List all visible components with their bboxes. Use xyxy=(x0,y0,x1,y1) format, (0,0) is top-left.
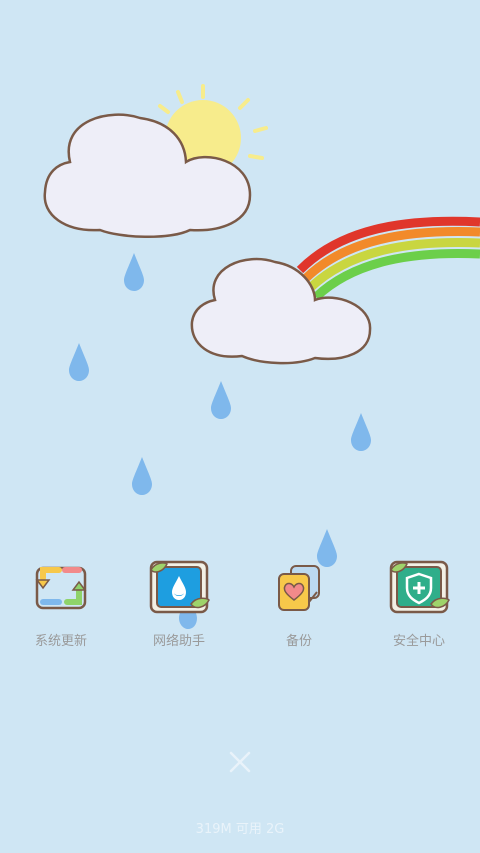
app-security-center[interactable]: 安全中心 xyxy=(364,550,474,649)
backup-icon xyxy=(278,565,320,611)
app-label: 备份 xyxy=(285,634,312,649)
app-label: 安全中心 xyxy=(392,634,445,649)
app-label: 系统更新 xyxy=(34,634,87,649)
close-button[interactable] xyxy=(222,744,258,780)
rainbow xyxy=(296,216,480,301)
app-network-assistant[interactable]: 网络助手 xyxy=(124,550,234,649)
system-update-icon xyxy=(35,566,87,610)
app-system-update[interactable]: 系统更新 xyxy=(6,550,116,649)
network-assistant-icon xyxy=(149,560,210,614)
app-dock: 系统更新 网络助手 备份 安全中心 xyxy=(0,550,480,660)
weather-illustration xyxy=(43,84,480,629)
close-icon xyxy=(229,751,251,773)
memory-status: 319M 可用 2G xyxy=(195,822,285,837)
app-label: 网络助手 xyxy=(152,634,205,649)
app-backup[interactable]: 备份 xyxy=(244,550,354,649)
security-center-icon xyxy=(389,560,450,614)
